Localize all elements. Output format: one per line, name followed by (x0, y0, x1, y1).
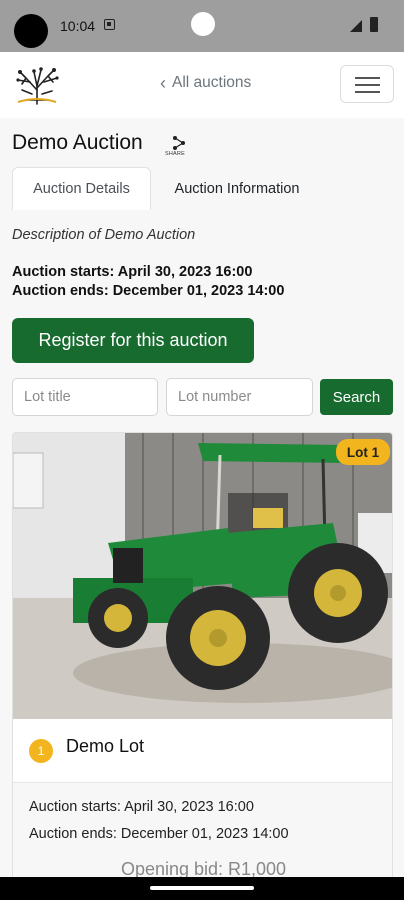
lot-card[interactable]: Lot 1 1 Demo Lot Auction starts: April 3… (12, 432, 393, 892)
share-button[interactable]: SHARE (165, 134, 189, 160)
share-label: SHARE (165, 151, 185, 157)
lot-number-badge: 1 (29, 739, 53, 763)
lot-start-date: Auction starts: April 30, 2023 16:00 (29, 799, 254, 815)
system-nav-bar (0, 877, 404, 900)
signal-icon (350, 20, 362, 32)
lot-end-date: Auction ends: December 01, 2023 14:00 (29, 826, 289, 842)
battery-icon (370, 17, 378, 32)
auction-description: Description of Demo Auction (12, 227, 196, 243)
search-button[interactable]: Search (320, 379, 393, 415)
camera-cutout (14, 14, 48, 48)
app-screen: 10:04 ‹ All auctions Demo Auction SHARE … (0, 0, 404, 900)
auction-dates: Auction starts: April 30, 2023 16:00 Auc… (12, 263, 284, 301)
auction-start-date: Auction starts: April 30, 2023 16:00 (12, 264, 253, 280)
lot-title-row[interactable]: 1 Demo Lot (13, 719, 392, 783)
chevron-left-icon: ‹ (160, 73, 166, 93)
hamburger-menu-icon (355, 77, 380, 79)
status-bar: 10:04 (0, 0, 404, 52)
lot-dates: Auction starts: April 30, 2023 16:00 Auc… (29, 794, 289, 848)
hamburger-line (355, 84, 380, 86)
share-icon (173, 136, 185, 150)
back-label: All auctions (172, 74, 252, 91)
lot-number-input[interactable]: Lot number (166, 378, 313, 416)
lot-footer: Auction starts: April 30, 2023 16:00 Auc… (13, 783, 392, 891)
lot-photo[interactable] (13, 433, 393, 719)
tree-logo-icon[interactable] (12, 64, 62, 106)
tab-auction-information[interactable]: Auction Information (157, 167, 317, 210)
lot-name[interactable]: Demo Lot (66, 736, 144, 757)
register-button[interactable]: Register for this auction (12, 318, 254, 363)
menu-button[interactable] (340, 65, 394, 103)
front-camera-dot (191, 12, 215, 36)
back-to-auctions-link[interactable]: ‹ All auctions (160, 74, 251, 92)
home-gesture-bar[interactable] (150, 886, 254, 890)
status-time: 10:04 (60, 18, 96, 34)
notification-icon (104, 19, 115, 30)
page-title: Demo Auction (12, 131, 143, 154)
auction-end-date: Auction ends: December 01, 2023 14:00 (12, 283, 285, 299)
lot-badge: Lot 1 (336, 439, 390, 465)
app-header: ‹ All auctions (0, 52, 404, 118)
lot-title-input[interactable]: Lot title (12, 378, 158, 416)
tab-auction-details[interactable]: Auction Details (12, 167, 151, 210)
hamburger-line (355, 91, 380, 93)
auction-tabs: Auction Details Auction Information (12, 167, 392, 210)
